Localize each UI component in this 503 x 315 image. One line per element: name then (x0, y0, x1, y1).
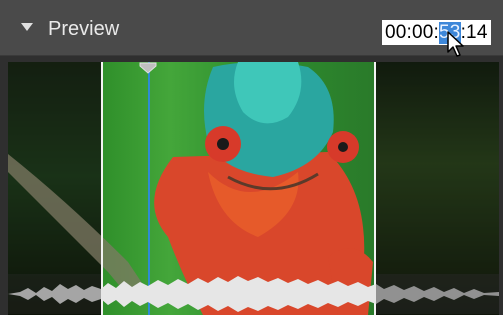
mouse-cursor-icon (447, 31, 464, 57)
video-preview[interactable] (8, 62, 499, 315)
timecode-prefix: 00:00: (385, 21, 440, 43)
timecode-field[interactable]: 00:00: 53 :14 (382, 20, 491, 45)
preview-panel: Preview 00:00: 53 :14 (0, 0, 503, 315)
panel-header: Preview 00:00: 53 :14 (0, 0, 503, 57)
collapse-triangle-icon[interactable] (20, 20, 34, 34)
audio-waveform (8, 274, 499, 314)
panel-title: Preview (48, 18, 120, 40)
playhead-handle-icon[interactable] (139, 62, 157, 74)
